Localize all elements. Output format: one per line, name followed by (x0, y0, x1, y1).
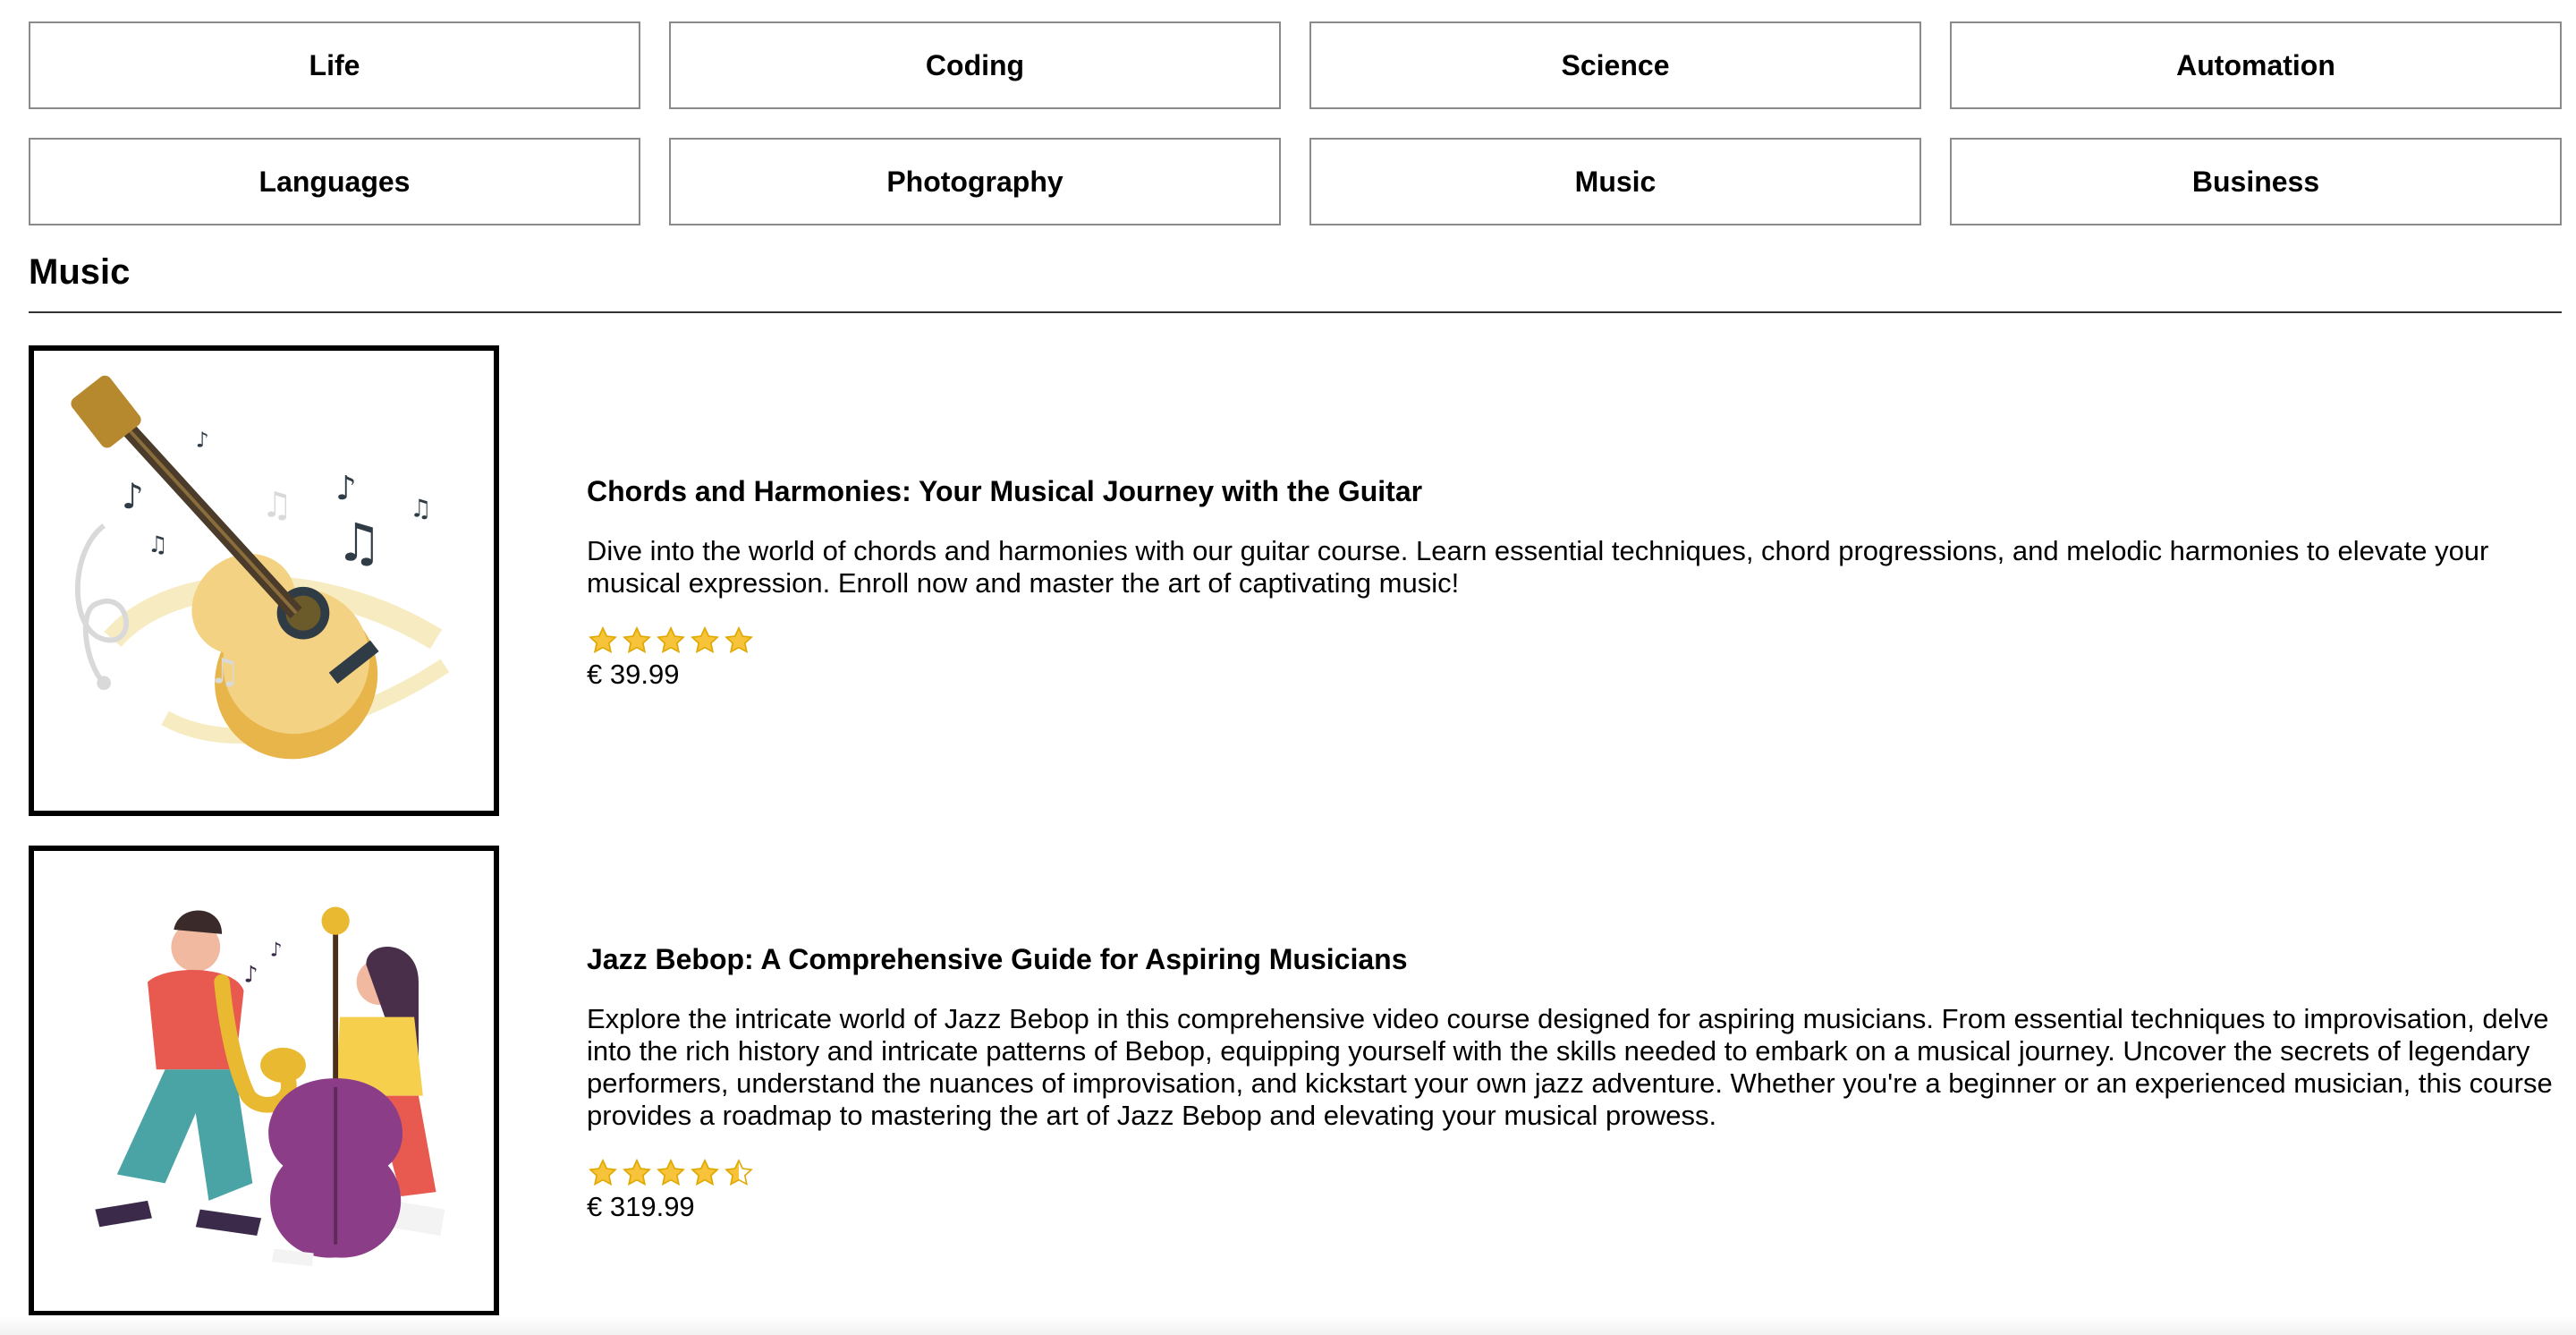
star-icon (589, 625, 617, 653)
category-button-coding[interactable]: Coding (669, 21, 1281, 109)
star-icon (623, 1158, 651, 1186)
svg-text:♪: ♪ (196, 427, 209, 452)
course-thumbnail[interactable]: ♪ ♪ ♫ ♫ ♫ ♫ ♪ ♫ (29, 345, 499, 816)
category-button-languages[interactable]: Languages (29, 138, 640, 225)
star-icon (589, 1158, 617, 1186)
star-icon (657, 1158, 685, 1186)
course-price: € 39.99 (587, 658, 680, 690)
course-price: € 319.99 (587, 1190, 695, 1222)
svg-text:♫: ♫ (410, 496, 432, 523)
course-card: ♪ ♪ Jazz Bebop: A Comprehensive Guide fo… (29, 846, 2562, 1320)
svg-text:♪: ♪ (244, 961, 258, 988)
course-info: Chords and Harmonies: Your Musical Journ… (587, 345, 2562, 820)
guitar-illustration-icon: ♪ ♪ ♫ ♫ ♫ ♫ ♪ ♫ (71, 375, 450, 760)
star-icon (691, 1158, 719, 1186)
category-button-science[interactable]: Science (1309, 21, 1921, 109)
jazz-musicians-illustration-icon: ♪ ♪ (95, 906, 445, 1267)
course-thumbnail[interactable]: ♪ ♪ (29, 846, 499, 1316)
page-bottom-fade (0, 1315, 2576, 1335)
rating-stars (587, 1158, 2562, 1186)
category-grid: Life Coding Science Automation Languages… (29, 21, 2562, 225)
svg-text:♫: ♫ (148, 531, 168, 557)
category-button-automation[interactable]: Automation (1950, 21, 2562, 109)
course-description: Explore the intricate world of Jazz Bebo… (587, 1002, 2553, 1131)
star-icon (691, 625, 719, 653)
star-icon (724, 625, 753, 653)
course-info: Jazz Bebop: A Comprehensive Guide for As… (587, 846, 2562, 1320)
course-title[interactable]: Jazz Bebop: A Comprehensive Guide for As… (587, 943, 2562, 976)
course-description: Dive into the world of chords and harmon… (587, 534, 2489, 599)
rating-stars (587, 625, 2562, 653)
svg-text:♫: ♫ (208, 651, 240, 692)
svg-text:♫: ♫ (335, 513, 383, 574)
course-title[interactable]: Chords and Harmonies: Your Musical Journ… (587, 475, 2562, 508)
section-title: Music (29, 252, 131, 292)
section-divider (29, 311, 2562, 313)
category-button-music[interactable]: Music (1309, 138, 1921, 225)
svg-text:♪: ♪ (335, 469, 357, 507)
category-button-life[interactable]: Life (29, 21, 640, 109)
svg-text:♫: ♫ (261, 486, 292, 526)
svg-text:♪: ♪ (122, 477, 144, 517)
category-button-business[interactable]: Business (1950, 138, 2562, 225)
star-icon (623, 625, 651, 653)
star-icon (657, 625, 685, 653)
course-card: ♪ ♪ ♫ ♫ ♫ ♫ ♪ ♫ Chords and Harmonies: Yo… (29, 345, 2562, 820)
svg-text:♪: ♪ (270, 939, 283, 961)
star-icon (724, 1158, 753, 1186)
category-button-photography[interactable]: Photography (669, 138, 1281, 225)
